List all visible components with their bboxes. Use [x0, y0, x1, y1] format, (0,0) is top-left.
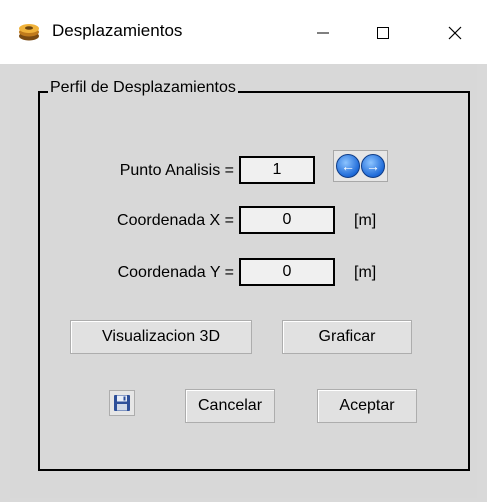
- close-button[interactable]: [432, 14, 478, 52]
- floppy-disk-icon: [114, 395, 130, 411]
- arrow-left-icon: ←: [341, 158, 355, 174]
- graficar-button[interactable]: Graficar: [282, 320, 412, 354]
- previous-point-button[interactable]: ←: [336, 154, 360, 178]
- coordenada-x-field[interactable]: 0: [239, 206, 335, 234]
- maximize-icon: [377, 27, 389, 39]
- window-title: Desplazamientos: [52, 21, 183, 40]
- coordenada-y-label: Coordenada Y =: [117, 264, 234, 281]
- aceptar-button[interactable]: Aceptar: [317, 389, 417, 423]
- coordenada-x-unit: [m]: [354, 212, 377, 229]
- coordenada-y-unit: [m]: [354, 264, 377, 281]
- visualizacion-3d-button[interactable]: Visualizacion 3D: [70, 320, 252, 354]
- dialog-window: Desplazamientos Perfil de Desplazamiento…: [0, 0, 487, 502]
- maximize-button[interactable]: [360, 14, 406, 52]
- coordenada-x-label: Coordenada X =: [117, 212, 234, 229]
- disk-stack-icon: [18, 22, 40, 42]
- punto-analisis-label: Punto Analisis =: [119, 162, 234, 179]
- minimize-icon: [317, 32, 329, 34]
- title-bar: Desplazamientos: [0, 0, 487, 64]
- cancelar-button[interactable]: Cancelar: [185, 389, 275, 423]
- save-button[interactable]: [109, 390, 135, 416]
- punto-analisis-field[interactable]: 1: [239, 156, 315, 184]
- next-point-button[interactable]: →: [361, 154, 385, 178]
- minimize-button[interactable]: [300, 14, 346, 52]
- coordenada-y-field[interactable]: 0: [239, 258, 335, 286]
- dialog-client-area: Perfil de Desplazamientos Punto Analisis…: [10, 64, 477, 498]
- close-icon: [448, 26, 462, 40]
- groupbox-title: Perfil de Desplazamientos: [48, 79, 238, 97]
- arrow-right-icon: →: [366, 158, 380, 174]
